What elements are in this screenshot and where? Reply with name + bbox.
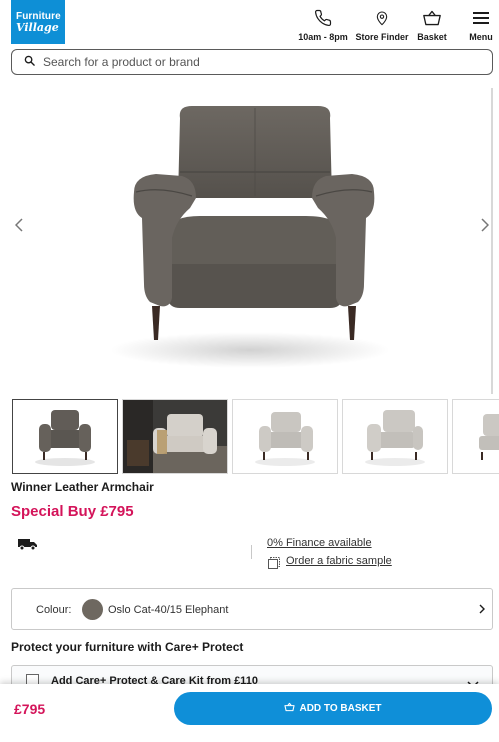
menu-button[interactable]: Menu [466, 8, 496, 42]
logo-line-2: Village [16, 20, 59, 34]
furniture-village-logo[interactable]: Furniture Village [11, 0, 65, 44]
fabric-sample-icon [268, 556, 280, 569]
opening-hours-label: 10am - 8pm [298, 32, 348, 42]
fabric-sample-link[interactable]: Order a fabric sample [286, 555, 392, 567]
hamburger-menu-icon [470, 8, 492, 28]
armchair-image [110, 106, 390, 368]
thumbnail-1[interactable] [12, 399, 118, 474]
basket-icon [421, 8, 443, 28]
opening-hours-link[interactable]: 10am - 8pm [297, 8, 349, 42]
basket-link[interactable]: Basket [414, 8, 450, 42]
basket-icon [284, 702, 296, 715]
gallery-next-arrow-icon[interactable] [478, 214, 492, 236]
colour-selector[interactable]: Colour: Oslo Cat-40/15 Elephant [11, 588, 493, 630]
colour-label: Colour: [36, 604, 72, 616]
store-finder-label: Store Finder [355, 32, 409, 42]
thumbnail-5[interactable] [452, 399, 499, 474]
chevron-right-icon [478, 602, 488, 616]
sticky-purchase-bar: £795 ADD TO BASKET [0, 684, 499, 742]
search-bar[interactable] [11, 49, 493, 75]
special-buy-price: Special Buy £795 [11, 503, 134, 520]
logo-line-1: Furniture [16, 10, 61, 22]
add-to-basket-label: ADD TO BASKET [299, 703, 382, 714]
add-to-basket-button[interactable]: ADD TO BASKET [174, 692, 492, 725]
store-finder-link[interactable]: Store Finder [355, 8, 409, 42]
colour-swatch [82, 599, 103, 620]
care-protect-heading: Protect your furniture with Care+ Protec… [11, 640, 244, 654]
sticky-price: £795 [14, 701, 46, 717]
gallery-thumbnails [12, 399, 499, 475]
gallery-scrollbar[interactable] [491, 88, 493, 394]
location-pin-icon [371, 8, 393, 28]
info-divider [251, 545, 252, 559]
site-header: Furniture Village 10am - 8pm Store Finde… [0, 0, 499, 48]
phone-icon [312, 8, 334, 28]
basket-label: Basket [417, 32, 447, 42]
menu-label: Menu [469, 32, 493, 42]
product-title: Winner Leather Armchair [11, 480, 154, 494]
finance-link[interactable]: 0% Finance available [267, 537, 372, 549]
thumbnail-2[interactable] [122, 399, 228, 474]
thumbnail-4[interactable] [342, 399, 448, 474]
gallery-prev-arrow-icon[interactable] [12, 214, 26, 236]
colour-value: Oslo Cat-40/15 Elephant [108, 604, 229, 616]
search-icon [24, 53, 35, 71]
delivery-truck-icon [18, 537, 38, 551]
thumbnail-3[interactable] [232, 399, 338, 474]
search-input[interactable] [43, 55, 463, 69]
product-main-image[interactable] [0, 88, 493, 394]
